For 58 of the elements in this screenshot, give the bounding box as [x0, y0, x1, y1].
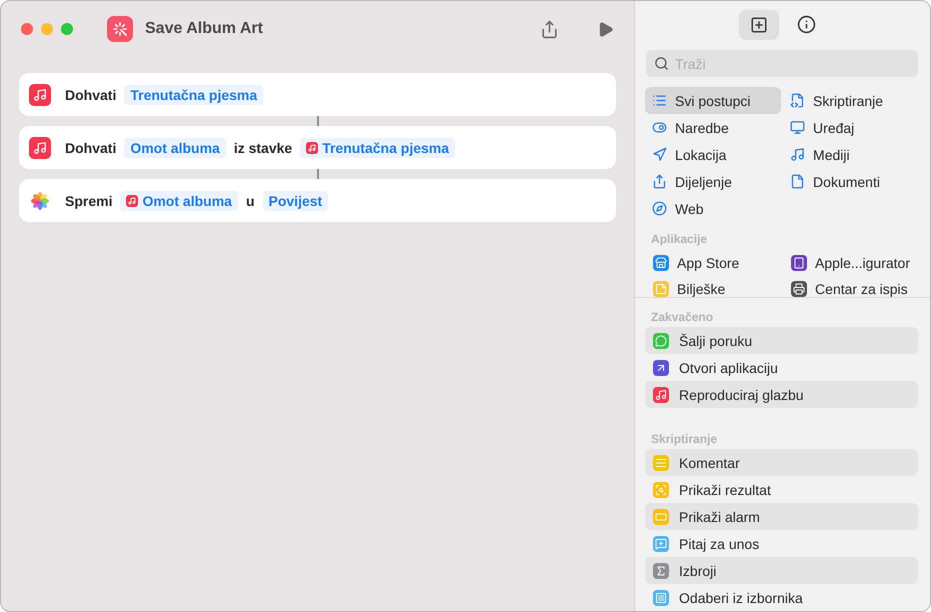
section-heading: Aplikacije — [650, 231, 708, 248]
location-arrow-icon — [652, 147, 668, 162]
app-item[interactable]: Apple...igurator — [783, 250, 918, 276]
variable-token[interactable]: Trenutačna pjesma — [300, 138, 456, 158]
close-button[interactable] — [21, 23, 33, 35]
category-item[interactable]: Dokumenti — [783, 168, 918, 196]
action-label: u — [246, 192, 254, 208]
script-icon — [790, 93, 806, 108]
action-item[interactable]: Prikaži alarm — [645, 503, 918, 530]
list-icon — [652, 93, 668, 108]
document-icon — [790, 174, 806, 190]
action-card[interactable]: Dohvati Trenutačna pjesma — [19, 73, 616, 116]
action-item[interactable]: Komentar — [645, 449, 918, 476]
sparkle-wand-icon — [107, 16, 133, 42]
category-item[interactable]: Uređaj — [783, 114, 918, 142]
music-icon — [126, 194, 138, 206]
action-label: Dohvati — [65, 140, 116, 156]
category-item[interactable]: Mediji — [783, 141, 918, 168]
action-label: Spremi — [65, 192, 112, 208]
share-icon — [540, 20, 560, 38]
action-label: iz stavke — [234, 140, 292, 156]
square-plus-icon — [750, 16, 768, 34]
category-item[interactable]: Svi postupci — [645, 87, 782, 114]
action-item[interactable]: Odaberi iz izbornika — [645, 584, 918, 611]
category-item[interactable]: Dijeljenje — [645, 168, 782, 196]
music-icon — [306, 142, 318, 154]
action-item[interactable]: Reproduciraj glazbu — [645, 381, 918, 408]
play-icon — [597, 20, 614, 38]
action-item[interactable]: Izbroji — [645, 557, 918, 584]
category-item[interactable]: Web — [645, 195, 782, 222]
toggle-icon — [652, 120, 668, 136]
action-item[interactable]: Otvori aplikaciju — [645, 354, 918, 381]
monitor-icon — [790, 120, 806, 136]
action-label: Dohvati — [65, 86, 116, 102]
music-note-icon — [790, 147, 806, 162]
section-heading: Skriptiranje — [650, 431, 718, 448]
parameter-token[interactable]: Povijest — [262, 190, 328, 210]
action-item[interactable]: Šalji poruku — [645, 327, 918, 354]
search-icon — [654, 56, 670, 72]
info-icon — [797, 15, 816, 34]
parameter-token[interactable]: Trenutačna pjesma — [124, 84, 264, 104]
parameter-token[interactable]: Omot albuma — [124, 138, 226, 158]
window-title: Save Album Art — [145, 20, 264, 38]
variable-token[interactable]: Omot albuma — [120, 190, 238, 210]
section-heading: Zakvačeno — [650, 309, 714, 326]
action-card[interactable]: Dohvati Omot albuma iz stavke Trenutačna pjesma — [19, 126, 616, 169]
app-item[interactable]: App Store — [645, 250, 782, 276]
library-tab[interactable] — [738, 10, 779, 40]
category-item[interactable]: Naredbe — [645, 114, 782, 142]
action-item[interactable]: Pitaj za unos — [645, 530, 918, 557]
category-item[interactable]: Lokacija — [645, 141, 782, 168]
action-item[interactable]: Prikaži rezultat — [645, 476, 918, 503]
action-card[interactable]: Spremi Omot albuma u Povijest — [19, 179, 616, 222]
app-item[interactable]: Bilješke — [645, 276, 782, 297]
app-item[interactable]: Centar za ispis — [783, 276, 918, 297]
share-icon — [652, 174, 668, 190]
category-item[interactable]: Skriptiranje — [783, 87, 918, 114]
compass-icon — [652, 201, 668, 216]
